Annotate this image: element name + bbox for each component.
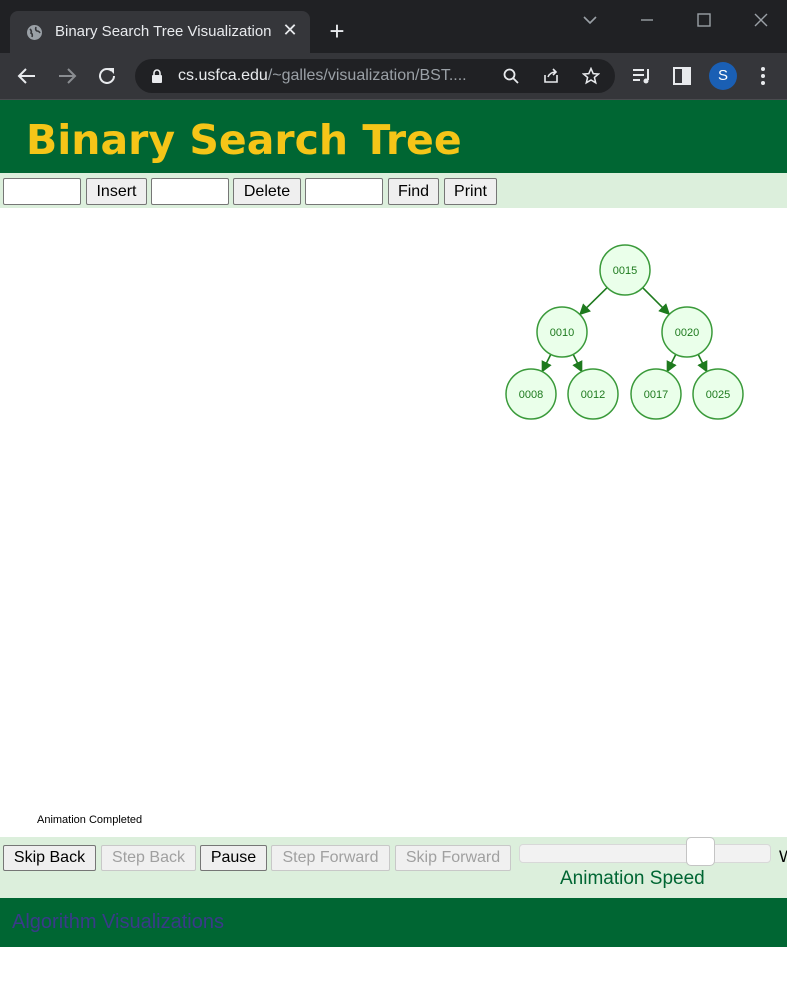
print-button[interactable]: Print xyxy=(444,178,497,205)
insert-input[interactable] xyxy=(3,178,81,205)
tree-node: 0015 xyxy=(599,244,651,296)
page-footer: Algorithm Visualizations xyxy=(0,898,787,947)
globe-icon xyxy=(27,25,42,40)
tree-node-label: 0020 xyxy=(675,327,699,339)
tree-edge xyxy=(697,354,708,373)
reading-list-icon[interactable] xyxy=(631,65,653,87)
browser-tab[interactable]: Binary Search Tree Visualization ✕ xyxy=(10,11,310,53)
find-button[interactable]: Find xyxy=(388,178,439,205)
browser-tabstrip: Binary Search Tree Visualization ✕ + xyxy=(0,0,787,53)
url-text[interactable]: cs.usfca.edu/~galles/visualization/BST..… xyxy=(178,67,467,85)
speed-slider-track[interactable] xyxy=(519,844,771,863)
page-header: Binary Search Tree xyxy=(0,100,787,173)
tree-node: 0012 xyxy=(567,368,619,420)
search-icon[interactable] xyxy=(502,67,520,85)
algorithm-visualizations-link[interactable]: Algorithm Visualizations xyxy=(12,911,224,934)
step-back-button[interactable]: Step Back xyxy=(101,845,196,871)
address-bar[interactable]: cs.usfca.edu/~galles/visualization/BST..… xyxy=(135,59,615,93)
tab-search-chevron-icon[interactable] xyxy=(578,8,602,32)
tree-node-label: 0015 xyxy=(613,265,637,277)
page-title: Binary Search Tree xyxy=(26,116,462,164)
tree-edge xyxy=(642,287,671,316)
close-window-icon[interactable] xyxy=(749,8,773,32)
skip-back-button[interactable]: Skip Back xyxy=(3,845,96,871)
side-panel-icon[interactable] xyxy=(671,65,693,87)
share-icon[interactable] xyxy=(542,67,560,85)
maximize-icon[interactable] xyxy=(692,8,716,32)
minimize-icon[interactable] xyxy=(635,8,659,32)
tree-node-label: 0010 xyxy=(550,327,574,339)
animation-status: Animation Completed xyxy=(37,814,143,826)
skip-forward-button[interactable]: Skip Forward xyxy=(395,845,511,871)
tree-node-label: 0025 xyxy=(706,389,730,401)
find-input[interactable] xyxy=(305,178,383,205)
speed-slider-thumb[interactable] xyxy=(686,837,716,866)
tree-node: 0017 xyxy=(630,368,682,420)
new-tab-plus-icon[interactable]: + xyxy=(325,18,349,44)
browser-toolbar: cs.usfca.edu/~galles/visualization/BST..… xyxy=(0,53,787,100)
tab-title: Binary Search Tree Visualization xyxy=(55,23,272,40)
kebab-menu-icon[interactable] xyxy=(752,65,774,87)
delete-input[interactable] xyxy=(151,178,229,205)
tree-node: 0020 xyxy=(661,306,713,358)
animation-controls: Skip Back Step Back Pause Step Forward S… xyxy=(0,837,787,898)
lock-icon[interactable] xyxy=(151,69,163,83)
tree-node: 0025 xyxy=(692,368,744,420)
tree-node-label: 0017 xyxy=(644,389,668,401)
tree-edge xyxy=(666,354,677,373)
algorithm-controls: Insert Delete Find Print xyxy=(0,173,787,208)
url-host: cs.usfca.edu xyxy=(178,67,268,84)
delete-button[interactable]: Delete xyxy=(233,178,301,205)
tree-edge xyxy=(572,354,583,373)
bst-diagram: 0015 0010 0020 0008 0012 0017 0025 xyxy=(505,244,744,420)
step-forward-button[interactable]: Step Forward xyxy=(271,845,390,871)
reload-icon[interactable] xyxy=(96,65,118,87)
pause-button[interactable]: Pause xyxy=(200,845,267,871)
forward-arrow-icon[interactable] xyxy=(56,65,78,87)
tree-node: 0008 xyxy=(505,368,557,420)
animation-speed-label: Animation Speed xyxy=(560,868,705,889)
tree-edge xyxy=(579,286,608,316)
tree-node-label: 0012 xyxy=(581,389,605,401)
profile-avatar[interactable]: S xyxy=(709,62,737,90)
tree-node-label: 0008 xyxy=(519,389,543,401)
url-path: /~galles/visualization/BST.... xyxy=(267,67,467,84)
tab-close-icon[interactable]: ✕ xyxy=(280,20,300,40)
cut-off-text: W xyxy=(779,847,787,867)
visualization-canvas[interactable]: 0015 0010 0020 0008 0012 0017 0025 Animation C… xyxy=(0,208,787,837)
tree-edge xyxy=(541,354,552,373)
back-arrow-icon[interactable] xyxy=(16,65,38,87)
bookmark-star-icon[interactable] xyxy=(582,67,600,85)
tree-node: 0010 xyxy=(536,306,588,358)
insert-button[interactable]: Insert xyxy=(86,178,147,205)
